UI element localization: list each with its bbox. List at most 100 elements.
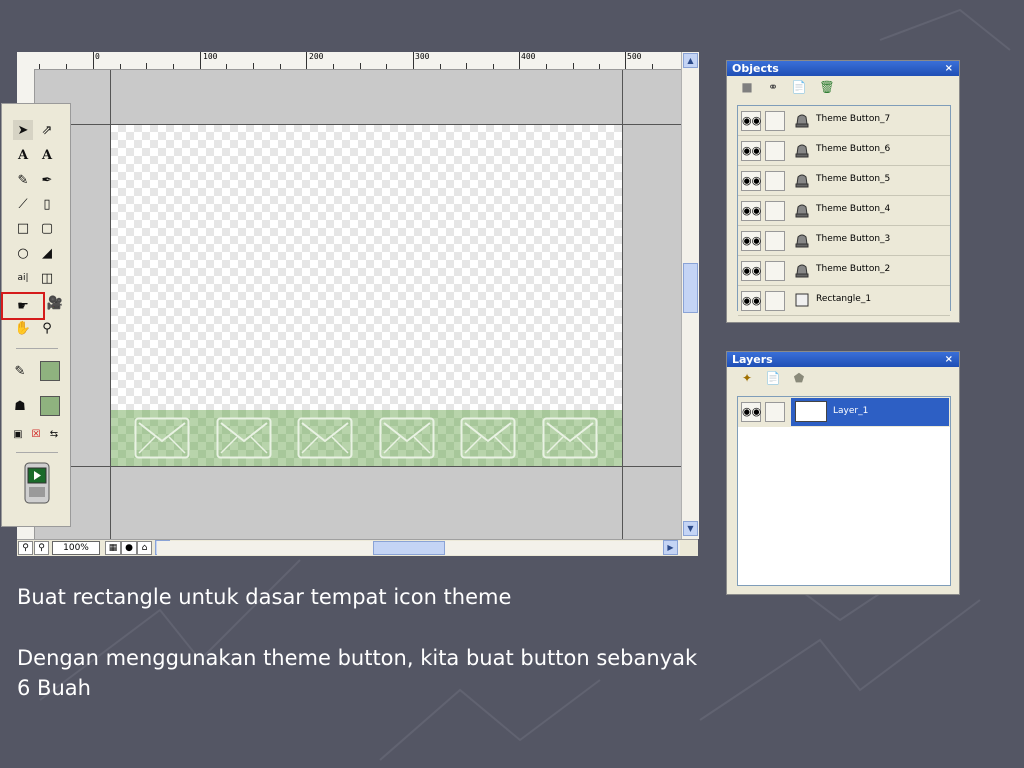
zoom-level[interactable]: 100% bbox=[52, 541, 100, 555]
layers-panel-title-text: Layers bbox=[732, 353, 773, 366]
movie-icon[interactable]: 🎥 bbox=[45, 293, 65, 313]
zoom-icon[interactable]: ⚲ bbox=[37, 318, 57, 338]
visibility-eye-icon[interactable]: ◉◉ bbox=[741, 141, 761, 161]
caption-line-1: Buat rectangle untuk dasar tempat icon t… bbox=[17, 585, 512, 609]
text-field-icon[interactable]: ai| bbox=[13, 268, 33, 288]
theme-button-icon bbox=[795, 204, 809, 218]
new-layer-icon[interactable]: ✦ bbox=[739, 371, 755, 385]
layer-selected[interactable]: Layer_1 bbox=[791, 398, 949, 426]
subselect-icon[interactable]: ⇗ bbox=[37, 120, 57, 140]
theme-button-icon[interactable]: ☛ bbox=[1, 292, 45, 320]
no-color-icon[interactable]: ☒ bbox=[26, 424, 46, 444]
canvas-area[interactable] bbox=[35, 70, 681, 539]
layers-panel: Layers × ✦ 📄 ⬟ ◉◉ Layer_1 bbox=[726, 351, 960, 595]
mobile-preview-icon[interactable] bbox=[24, 462, 50, 504]
object-row[interactable]: ◉◉ Theme Button_7 bbox=[738, 106, 950, 136]
document-window: 0 100 200 300 400 500 ▲ ▼ ⚲ ⚲ 100% ▦ ● ⌂… bbox=[17, 52, 699, 556]
image-placeholder-icon[interactable]: ◫ bbox=[37, 268, 57, 288]
lock-toggle[interactable] bbox=[765, 141, 785, 161]
new-object-icon[interactable]: ■ bbox=[739, 80, 755, 94]
lock-toggle[interactable] bbox=[765, 201, 785, 221]
object-label: Theme Button_4 bbox=[816, 204, 891, 214]
zoom-in-icon[interactable]: ⚲ bbox=[18, 541, 33, 555]
vertical-scrollbar[interactable]: ▲ ▼ bbox=[681, 52, 699, 539]
tool-divider bbox=[16, 348, 58, 349]
swap-colors-icon[interactable]: ⇆ bbox=[44, 424, 64, 444]
default-colors-icon[interactable]: ▣ bbox=[8, 424, 28, 444]
vertical-scroll-thumb[interactable] bbox=[683, 263, 698, 313]
theme-button-envelope-icon[interactable] bbox=[216, 417, 272, 459]
horizontal-scrollbar[interactable] bbox=[157, 541, 680, 555]
zoom-out-icon[interactable]: ⚲ bbox=[34, 541, 49, 555]
object-row[interactable]: ◉◉ Theme Button_2 bbox=[738, 256, 950, 286]
theme-button-envelope-icon[interactable] bbox=[297, 417, 353, 459]
text-icon[interactable]: A bbox=[13, 145, 33, 165]
lock-toggle[interactable] bbox=[765, 291, 785, 311]
object-label: Theme Button_3 bbox=[816, 234, 891, 244]
tools-panel: ➤ ⇗ A A ✎ ✒ ⟋ ▯ □ ▢ ○ ◢ ai| ◫ ☛ 🎥 ✋ ⚲ ✎ … bbox=[1, 103, 71, 527]
pen-icon[interactable]: ✒ bbox=[37, 170, 57, 190]
object-row[interactable]: ◉◉ Theme Button_6 bbox=[738, 136, 950, 166]
theme-button-envelope-icon[interactable] bbox=[134, 417, 190, 459]
lock-toggle[interactable] bbox=[765, 261, 785, 281]
guide-line bbox=[110, 70, 111, 539]
scroll-up-button[interactable]: ▲ bbox=[683, 53, 698, 68]
home-icon[interactable]: ⌂ bbox=[137, 541, 152, 555]
delete-layer-icon[interactable]: ⬟ bbox=[791, 371, 807, 385]
layer-row[interactable]: ◉◉ Layer_1 bbox=[738, 397, 950, 427]
object-row[interactable]: ◉◉ Theme Button_5 bbox=[738, 166, 950, 196]
horizontal-scroll-thumb[interactable] bbox=[373, 541, 445, 555]
status-bar: ⚲ ⚲ 100% ▦ ● ⌂ ◀ ▶ bbox=[17, 539, 698, 556]
objects-toolbar: ■ ⚭ 📄 🗑 bbox=[727, 76, 959, 98]
line-icon[interactable]: ⟋ bbox=[13, 194, 33, 214]
objects-panel-title: Objects × bbox=[727, 61, 959, 76]
scroll-right-button[interactable]: ▶ bbox=[663, 540, 678, 555]
guide-line bbox=[35, 466, 681, 467]
layers-list: ◉◉ Layer_1 bbox=[737, 396, 951, 586]
visibility-eye-icon[interactable]: ◉◉ bbox=[741, 402, 761, 422]
hand-icon[interactable]: ✋ bbox=[13, 318, 33, 338]
close-icon[interactable]: × bbox=[945, 352, 953, 367]
stroke-color-swatch[interactable] bbox=[40, 361, 60, 381]
lock-toggle[interactable] bbox=[765, 231, 785, 251]
theme-button-envelope-icon[interactable] bbox=[542, 417, 598, 459]
visibility-eye-icon[interactable]: ◉◉ bbox=[741, 171, 761, 191]
text-path-icon[interactable]: A bbox=[37, 145, 57, 165]
visibility-eye-icon[interactable]: ◉◉ bbox=[741, 291, 761, 311]
visibility-eye-icon[interactable]: ◉◉ bbox=[741, 201, 761, 221]
layer-label: Layer_1 bbox=[833, 406, 869, 416]
close-icon[interactable]: × bbox=[945, 61, 953, 76]
polygon-icon[interactable]: ◢ bbox=[37, 243, 57, 263]
duplicate-icon[interactable]: 📄 bbox=[791, 80, 807, 94]
tool-divider bbox=[16, 452, 58, 453]
guide-line bbox=[622, 70, 623, 539]
visibility-eye-icon[interactable]: ◉◉ bbox=[741, 111, 761, 131]
theme-button-envelope-icon[interactable] bbox=[379, 417, 435, 459]
rectangle-icon[interactable]: □ bbox=[13, 218, 33, 238]
lock-toggle[interactable] bbox=[765, 111, 785, 131]
object-label: Theme Button_2 bbox=[816, 264, 891, 274]
scroll-down-button[interactable]: ▼ bbox=[683, 521, 698, 536]
pencil-icon[interactable]: ✎ bbox=[13, 170, 33, 190]
pointer-icon[interactable]: ➤ bbox=[13, 120, 33, 140]
duplicate-layer-icon[interactable]: 📄 bbox=[765, 371, 781, 385]
visibility-eye-icon[interactable]: ◉◉ bbox=[741, 231, 761, 251]
objects-panel-title-text: Objects bbox=[732, 62, 779, 75]
horizontal-ruler: 0 100 200 300 400 500 bbox=[17, 52, 681, 70]
rounded-rectangle-icon[interactable]: ▢ bbox=[37, 218, 57, 238]
ellipse-icon[interactable]: ○ bbox=[13, 243, 33, 263]
object-row[interactable]: ◉◉ Rectangle_1 bbox=[738, 286, 950, 316]
fill-color-swatch[interactable] bbox=[40, 396, 60, 416]
grid-icon[interactable]: ▦ bbox=[105, 541, 121, 555]
visibility-eye-icon[interactable]: ◉◉ bbox=[741, 261, 761, 281]
ruler-ticks bbox=[39, 52, 653, 69]
freeform-icon[interactable]: ▯ bbox=[37, 194, 57, 214]
link-icon[interactable]: ⚭ bbox=[765, 80, 781, 94]
lock-toggle[interactable] bbox=[765, 402, 785, 422]
lock-toggle[interactable] bbox=[765, 171, 785, 191]
object-row[interactable]: ◉◉ Theme Button_4 bbox=[738, 196, 950, 226]
record-icon[interactable]: ● bbox=[121, 541, 137, 555]
theme-button-envelope-icon[interactable] bbox=[460, 417, 516, 459]
object-row[interactable]: ◉◉ Theme Button_3 bbox=[738, 226, 950, 256]
trash-icon[interactable]: 🗑 bbox=[819, 80, 835, 94]
